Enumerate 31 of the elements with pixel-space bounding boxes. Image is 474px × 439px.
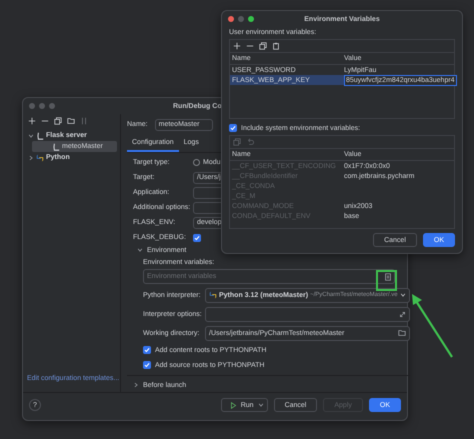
- close-dot[interactable]: [228, 16, 234, 22]
- chevron-icon: [258, 402, 264, 408]
- add-icon[interactable]: [28, 117, 36, 125]
- folder-icon[interactable]: [398, 329, 406, 338]
- chevron-icon[interactable]: [137, 247, 143, 254]
- chevron-icon[interactable]: [28, 154, 34, 160]
- radio-button[interactable]: [193, 159, 200, 166]
- checkbox[interactable]: [193, 234, 201, 242]
- copy-icon[interactable]: [259, 42, 267, 50]
- input-field[interactable]: [205, 306, 410, 322]
- folder-icon[interactable]: [67, 117, 75, 125]
- expand-icon[interactable]: [398, 310, 406, 318]
- add-icon[interactable]: [233, 42, 241, 50]
- document-icon[interactable]: [384, 272, 392, 281]
- copy-icon[interactable]: [54, 117, 62, 125]
- checkbox[interactable]: [229, 124, 237, 132]
- python-icon: [36, 154, 44, 162]
- highlight-frame: [376, 270, 397, 291]
- chevron-icon[interactable]: [28, 132, 34, 138]
- close-dot[interactable]: [29, 103, 35, 109]
- minimize-dot[interactable]: [39, 103, 45, 109]
- play-icon: [230, 402, 237, 408]
- chevron-icon: [400, 292, 406, 298]
- checkbox[interactable]: [143, 346, 151, 354]
- zoom-dot[interactable]: [248, 16, 254, 22]
- clipboard-icon[interactable]: [272, 42, 280, 50]
- minimize-dot[interactable]: [238, 16, 244, 22]
- zoom-dot[interactable]: [49, 103, 55, 109]
- checkbox[interactable]: [143, 361, 151, 370]
- chevron-icon[interactable]: [133, 382, 139, 388]
- python-icon: [209, 291, 217, 300]
